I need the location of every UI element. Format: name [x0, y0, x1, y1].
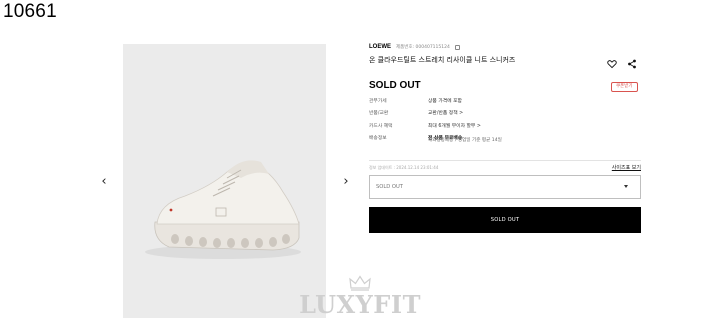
info-label: 반품/교환 — [369, 111, 389, 117]
info-row-return: 반품/교환 교환/반품 정책 > — [369, 107, 641, 120]
info-label: 관부가세 — [369, 98, 387, 104]
info-row-card: 카드사 혜택 최대 6개월 무이자 할부 > — [369, 119, 641, 132]
watermark-text: LUXYFIT — [299, 290, 421, 319]
info-label: 카드사 혜택 — [369, 123, 393, 129]
copy-icon[interactable] — [454, 44, 460, 50]
product-number: 제품번호: 000407115124 — [396, 45, 450, 50]
size-guide-link[interactable]: 사이즈표 보기 — [612, 164, 641, 171]
chevron-down-icon — [624, 185, 628, 188]
item-code: 10661 — [3, 1, 57, 22]
crown-icon — [349, 275, 371, 291]
card-benefit-link[interactable]: 최대 6개월 무이자 할부 > — [428, 122, 481, 129]
option-select[interactable]: SOLD OUT — [369, 175, 641, 199]
next-image-arrow[interactable]: › — [340, 174, 352, 190]
meta-row: 정보 업데이트 : 2024.12.14 23:01:44 사이즈표 보기 — [369, 165, 641, 173]
info-row-duty: 관부가세 상품 가격에 포함 — [369, 94, 641, 107]
shipping-detail: 해외중동배송 / 영업일 기준 평균 14일 — [428, 138, 502, 143]
info-row-shipping: 배송정보 전 상품 무료배송 — [369, 132, 641, 145]
brand-name[interactable]: LOEWE — [369, 44, 391, 50]
update-timestamp: 정보 업데이트 : 2024.12.14 23:01:44 — [369, 165, 439, 170]
option-selected-value: SOLD OUT — [376, 184, 403, 190]
return-policy-link[interactable]: 교환/반품 정책 > — [428, 109, 463, 116]
share-icon[interactable] — [627, 59, 637, 69]
prev-image-arrow[interactable]: ‹ — [98, 174, 110, 190]
info-value: 상품 가격에 포함 — [428, 98, 462, 104]
info-label: 배송정보 — [369, 136, 387, 142]
brand-row: LOEWE 제품번호: 000407115124 — [369, 44, 460, 50]
info-table: 관부가세 상품 가격에 포함 반품/교환 교환/반품 정책 > 카드사 혜택 최… — [369, 94, 641, 144]
sold-out-title: SOLD OUT — [369, 80, 421, 91]
divider — [369, 160, 641, 161]
product-name: 온 클라우드틸트 스트레치 리사이클 니트 스니커즈 — [369, 56, 516, 64]
sold-out-button[interactable]: SOLD OUT — [369, 207, 641, 233]
coupon-chip[interactable]: 쿠폰받기 — [611, 82, 638, 92]
heart-icon[interactable] — [607, 59, 617, 69]
watermark: LUXYFIT — [293, 275, 427, 321]
